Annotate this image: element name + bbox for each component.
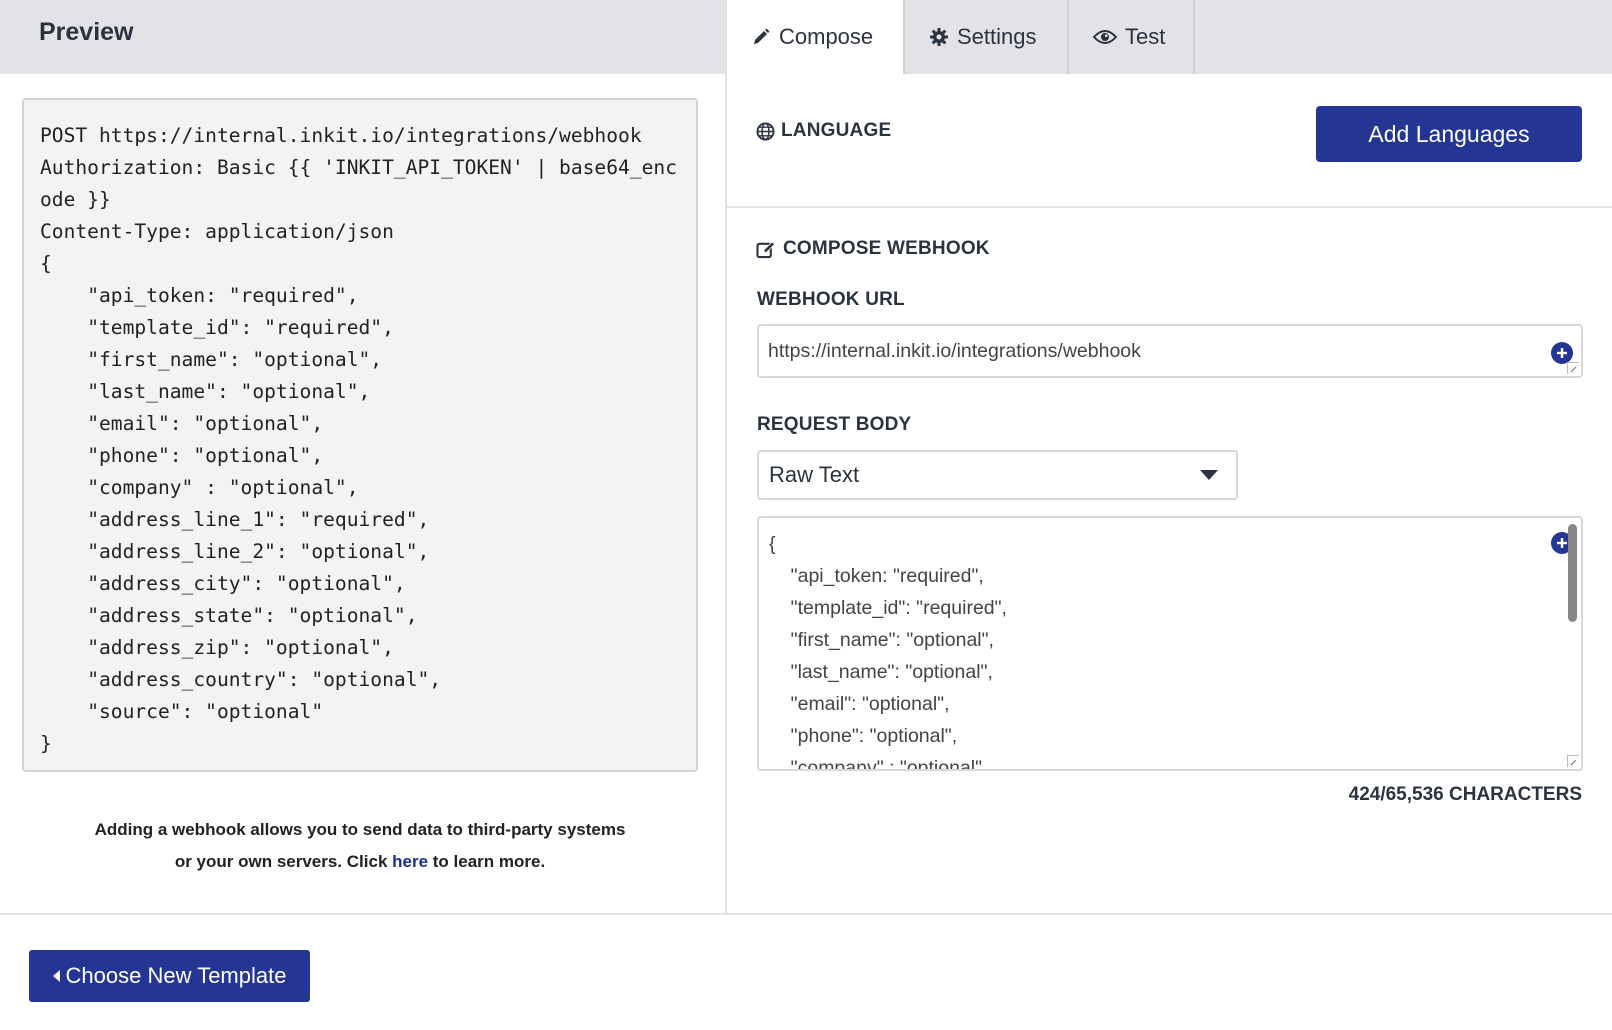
- preview-code: POST https://internal.inkit.io/integrati…: [40, 124, 678, 755]
- add-languages-button[interactable]: Add Languages: [1316, 106, 1582, 162]
- footer-divider: [0, 913, 1612, 915]
- help-line-2: or your own servers. Click here to learn…: [22, 846, 698, 878]
- character-count: 424/65,536 CHARACTERS: [1348, 784, 1582, 805]
- tab-settings-label: Settings: [957, 24, 1037, 49]
- plus-circle-icon[interactable]: [1551, 342, 1573, 364]
- resize-handle[interactable]: [1567, 755, 1579, 767]
- tab-compose-label: Compose: [779, 24, 874, 49]
- caret-down-icon: [1200, 470, 1218, 480]
- preview-title: Preview: [39, 18, 134, 46]
- scrollbar-thumb[interactable]: [1568, 524, 1577, 622]
- globe-icon: [756, 121, 775, 141]
- choose-new-template-label: Choose New Template: [65, 963, 287, 988]
- help-line-1: Adding a webhook allows you to send data…: [94, 820, 626, 839]
- help-line-2-before: or your own servers. Click: [174, 852, 393, 871]
- compose-webhook-label-text: COMPOSE WEBHOOK: [783, 238, 990, 259]
- section-divider: [727, 206, 1612, 208]
- request-body-value: { "api_token: "required", "template_id":…: [769, 533, 1007, 771]
- request-body-type-select[interactable]: Raw Text: [757, 450, 1238, 500]
- help-line-2-after: to learn more.: [428, 852, 546, 871]
- help-text: Adding a webhook allows you to send data…: [22, 814, 698, 878]
- preview-header: Preview: [0, 0, 726, 74]
- resize-handle[interactable]: [1567, 362, 1579, 374]
- webhook-url-input[interactable]: https://internal.inkit.io/integrations/w…: [757, 324, 1583, 378]
- pane-divider: [725, 0, 727, 915]
- gear-icon: [929, 27, 949, 47]
- request-body-textarea[interactable]: { "api_token: "required", "template_id":…: [757, 516, 1583, 771]
- tab-test[interactable]: Test: [1069, 0, 1195, 74]
- language-section-label: LANGUAGE: [756, 120, 891, 142]
- pencil-icon: [751, 27, 771, 47]
- request-body-type-value: Raw Text: [769, 462, 860, 487]
- tab-settings[interactable]: Settings: [905, 0, 1069, 74]
- language-label-text: LANGUAGE: [781, 120, 892, 141]
- tab-compose[interactable]: Compose: [727, 0, 905, 74]
- tabs-bar: Compose Settings Test: [727, 0, 1612, 74]
- webhook-url-value: https://internal.inkit.io/integrations/w…: [768, 340, 1141, 362]
- webhook-url-label: WEBHOOK URL: [757, 289, 905, 310]
- edit-square-icon: [756, 240, 777, 259]
- eye-icon: [1093, 28, 1117, 46]
- compose-webhook-section-label: COMPOSE WEBHOOK: [756, 238, 990, 260]
- preview-code-box: POST https://internal.inkit.io/integrati…: [22, 98, 698, 772]
- request-body-label: REQUEST BODY: [757, 414, 912, 435]
- caret-left-icon: [52, 970, 60, 982]
- choose-new-template-button[interactable]: Choose New Template: [29, 950, 310, 1002]
- tab-test-label: Test: [1125, 24, 1166, 49]
- learn-more-link[interactable]: here: [392, 852, 428, 871]
- preview-pane: Preview POST https://internal.inkit.io/i…: [0, 0, 726, 915]
